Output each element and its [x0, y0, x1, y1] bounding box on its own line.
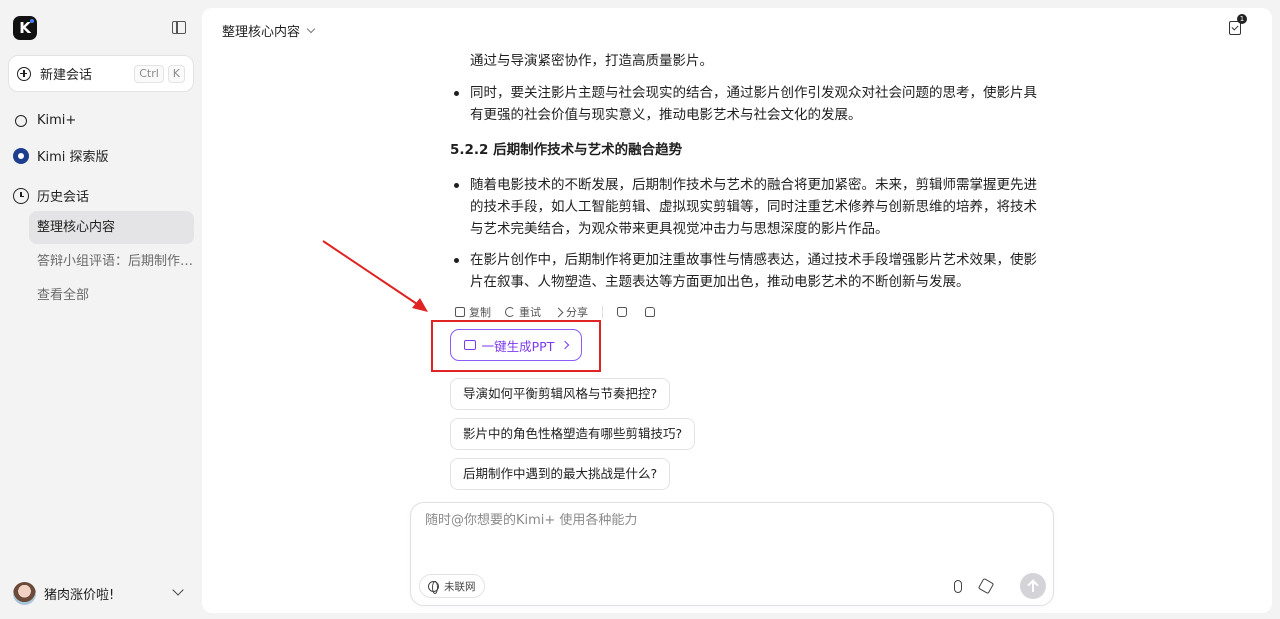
retry-button[interactable]: 重试 — [505, 304, 541, 320]
chevron-right-icon — [561, 340, 570, 350]
history-item[interactable]: 答辩小组评语：后期制作专业毕业设计 — [29, 245, 194, 278]
message-text: 与艺术完美结合，为观众带来更具视觉冲击力与思想深度的影片作品。 — [470, 221, 889, 237]
sidebar-item-history[interactable]: 历史会话 — [13, 186, 89, 205]
new-chat-button[interactable]: 新建会话 Ctrl K — [8, 55, 194, 92]
explore-icon — [13, 147, 29, 164]
bullet-dot — [454, 258, 459, 263]
chat-input-box: 未联网 — [410, 502, 1054, 606]
sidebar-item-explore[interactable]: Kimi 探索版 — [13, 146, 109, 165]
presentation-icon — [463, 340, 476, 350]
shortcut-hint: Ctrl K — [134, 65, 185, 83]
share-label: 分享 — [566, 306, 588, 319]
avatar — [13, 582, 36, 605]
chevron-down-icon[interactable] — [172, 584, 184, 596]
user-name: 猪肉涨价啦! — [44, 588, 115, 603]
suggested-question[interactable]: 导演如何平衡剪辑风格与节奏把控? — [450, 378, 671, 410]
thumbs-down-icon[interactable] — [645, 307, 655, 317]
message-actions: 复制 重试 分享 — [455, 304, 673, 320]
shortcut-key: K — [167, 65, 185, 83]
divider — [602, 306, 603, 318]
clock-icon — [13, 187, 29, 204]
page-title: 整理核心内容 — [222, 25, 301, 40]
message-text: 同时，要关注影片主题与社会现实的结合，通过影片创作引发观众对社会问题的思考，使影… — [470, 85, 1037, 101]
message-text: 通过与导演紧密协作，打造高质量影片。 — [470, 53, 713, 69]
thumbs-up-icon[interactable] — [617, 307, 627, 317]
share-button[interactable]: 分享 — [553, 304, 588, 320]
suggested-question[interactable]: 后期制作中遇到的最大挑战是什么? — [450, 458, 671, 490]
sidebar-item-label: 历史会话 — [37, 190, 90, 205]
chat-title-dropdown[interactable]: 整理核心内容 — [222, 21, 316, 40]
network-toggle-label: 未联网 — [444, 580, 476, 593]
copy-icon — [455, 307, 465, 317]
history-item[interactable]: 整理核心内容 — [29, 211, 194, 244]
message-text: 有更强的社会价值与现实意义，推动电影艺术与社会文化的发展。 — [470, 107, 862, 123]
chat-input[interactable] — [425, 513, 1025, 528]
new-chat-label: 新建会话 — [40, 68, 93, 83]
user-profile[interactable]: 猪肉涨价啦! — [13, 582, 114, 605]
plus-circle-icon — [17, 66, 31, 81]
refresh-icon — [505, 307, 515, 317]
retry-label: 重试 — [519, 306, 541, 319]
generate-ppt-button[interactable]: 一键生成PPT — [450, 329, 582, 361]
chat-panel: 整理核心内容 1 通过与导演紧密协作，打造高质量影片。 同时，要关注影片主题与社… — [202, 8, 1272, 613]
sidebar-collapse-icon[interactable] — [172, 21, 186, 34]
paperclip-icon[interactable] — [954, 580, 962, 593]
kimi-logo[interactable]: K — [13, 16, 37, 40]
suggested-question[interactable]: 影片中的角色性格塑造有哪些剪辑技巧? — [450, 418, 696, 450]
generate-ppt-label: 一键生成PPT — [481, 338, 555, 354]
message-text: 片在叙事、人物塑造、主题表达等方面更加出色，推动电影艺术的不断创新与发展。 — [470, 274, 970, 290]
sidebar-item-label: Kimi+ — [37, 113, 77, 128]
globe-icon — [428, 580, 439, 594]
arrow-up-icon — [1032, 580, 1034, 592]
section-heading: 5.2.2 后期制作技术与艺术的融合趋势 — [450, 142, 683, 158]
cube-icon[interactable] — [977, 577, 995, 595]
kimi-plus-icon — [12, 112, 30, 129]
message-text: 在影片创作中，后期制作将更加注重故事性与情感表达，通过技术手段增强影片艺术效果，… — [470, 252, 1037, 268]
chevron-down-icon — [306, 24, 316, 34]
sidebar-item-kimi-plus[interactable]: Kimi+ — [12, 112, 77, 129]
shortcut-key: Ctrl — [134, 65, 164, 83]
bullet-dot — [454, 183, 459, 188]
copy-label: 复制 — [469, 306, 491, 319]
sidebar: K 新建会话 Ctrl K Kimi+ Kimi 探索版 历史会话 整理核心内容… — [0, 0, 202, 619]
send-button[interactable] — [1020, 573, 1046, 599]
bullet-dot — [454, 91, 459, 96]
message-text: 随着电影技术的不断发展，后期制作技术与艺术的融合将更加紧密。未来，剪辑师需掌握更… — [470, 177, 1037, 193]
copy-button[interactable]: 复制 — [455, 304, 491, 320]
notification-badge: 1 — [1237, 14, 1247, 24]
share-icon — [553, 307, 564, 317]
network-toggle[interactable]: 未联网 — [419, 574, 485, 598]
view-all-history-link[interactable]: 查看全部 — [29, 279, 194, 312]
sidebar-item-label: Kimi 探索版 — [37, 150, 109, 165]
message-text: 的技术手段，如人工智能剪辑、虚拟现实剪辑等，同时注重艺术修养与创新思维的培养，将… — [470, 199, 1037, 215]
